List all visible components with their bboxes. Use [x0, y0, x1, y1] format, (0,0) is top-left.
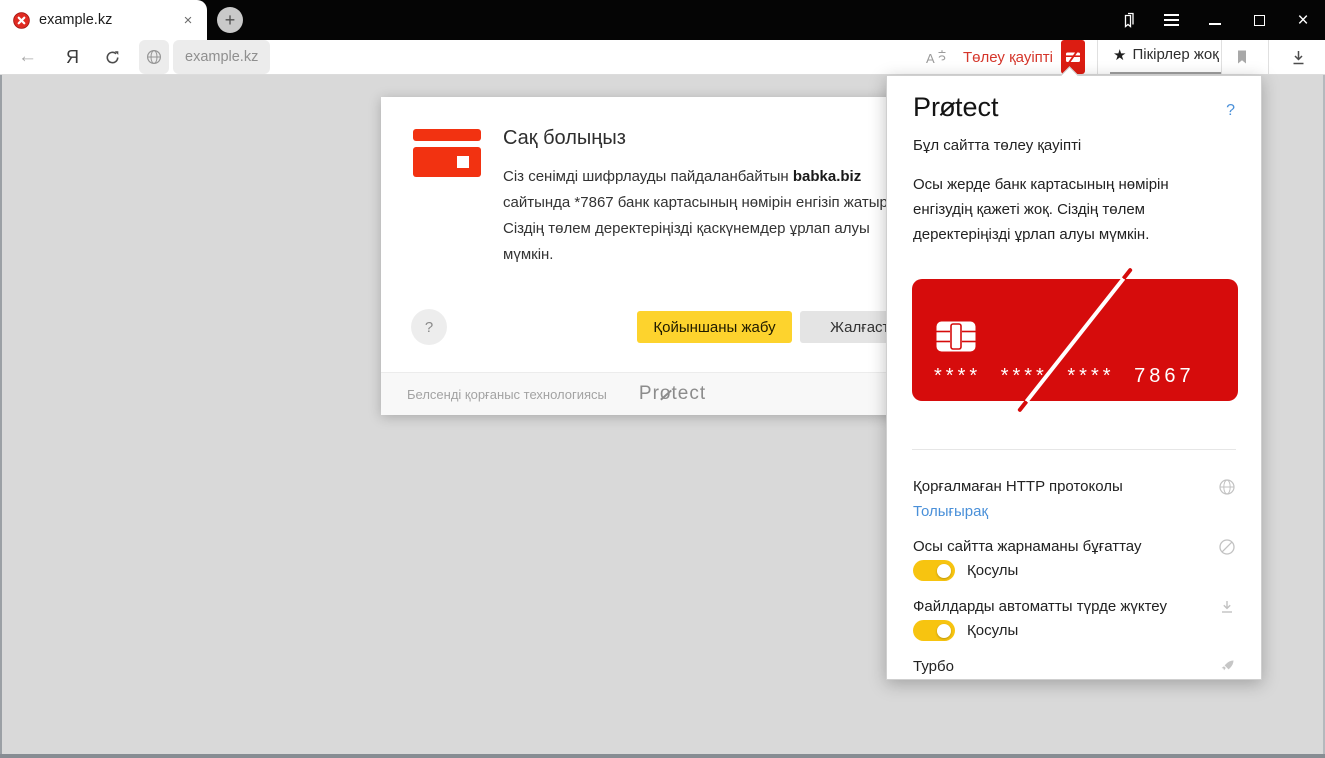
card-slash-icon — [1066, 49, 1080, 65]
close-icon: × — [1297, 9, 1309, 31]
maximize-icon — [1253, 14, 1265, 26]
window-border — [0, 75, 2, 754]
payment-warning-dialog: Сақ болыңыз Сіз сенімді шифрлауды пайдал… — [381, 97, 946, 415]
titlebar-controls: × — [1105, 0, 1325, 40]
page-content: Сақ болыңыз Сіз сенімді шифрлауды пайдал… — [0, 65, 1325, 754]
adblock-toggle[interactable] — [913, 560, 955, 581]
protect-logo: Protect — [913, 92, 999, 122]
adblock-toggle-state: Қосулы — [967, 562, 1019, 579]
side-panel-icon[interactable] — [1105, 0, 1149, 40]
yandex-logo[interactable]: Я — [66, 40, 79, 74]
rocket-icon — [1221, 660, 1234, 671]
toggle-knob — [937, 623, 951, 638]
autodownload-toggle-row: Қосулы — [913, 620, 1018, 641]
toolbar-separator — [1097, 40, 1098, 74]
translate-button[interactable]: A — [926, 40, 949, 74]
blocked-icon — [1219, 539, 1235, 555]
site-security-button[interactable] — [139, 40, 169, 74]
globe-icon — [1219, 479, 1235, 495]
reviews-label: Пікірлер жоқ — [1132, 46, 1219, 63]
card-chip-icon — [936, 321, 976, 352]
reload-button[interactable] — [104, 40, 121, 74]
dialog-title: Сақ болыңыз — [503, 127, 626, 149]
browser-toolbar: ← Я example.kz A Төлеу қауіпті ★ Пікірле… — [0, 40, 1325, 75]
menu-button[interactable] — [1149, 0, 1193, 40]
minimize-icon — [1209, 23, 1221, 25]
autodownload-toggle-state: Қосулы — [967, 622, 1019, 639]
autodownload-label: Файлдарды автоматты түрде жүктеу — [913, 598, 1167, 615]
new-tab-button[interactable]: + — [217, 7, 243, 33]
tab-close-icon[interactable]: × — [177, 9, 199, 31]
more-details-link[interactable]: Толығырақ — [913, 503, 988, 520]
downloads-button[interactable] — [1290, 40, 1307, 74]
panel-status: Бұл сайтта төлеу қауіпті — [913, 137, 1082, 154]
reviews-widget[interactable]: ★ Пікірлер жоқ — [1110, 40, 1222, 74]
toolbar-separator — [1221, 40, 1222, 74]
payment-warning-label[interactable]: Төлеу қауіпті — [963, 40, 1053, 74]
autodownload-toggle[interactable] — [913, 620, 955, 641]
dialog-footer: Белсенді қорғаныс технологиясы Protect — [381, 372, 946, 415]
adblock-toggle-row: Қосулы — [913, 560, 1018, 581]
bookmark-icon — [1238, 50, 1246, 64]
divider — [912, 449, 1236, 450]
dialog-domain: babka.biz — [792, 168, 862, 185]
panel-description: Осы жерде банк картасының нөмірін енгізу… — [913, 176, 1169, 243]
reload-icon — [106, 50, 119, 63]
turbo-label: Турбо — [913, 658, 954, 675]
tab-bar: example.kz × + × — [0, 0, 1325, 40]
address-bar[interactable]: example.kz — [173, 40, 271, 74]
bookmark-button[interactable] — [1233, 40, 1251, 74]
protect-logo: Protect — [638, 383, 707, 404]
close-tab-button[interactable]: Қойыншаны жабу — [637, 311, 792, 343]
toolbar-separator — [1268, 40, 1269, 74]
hamburger-icon — [1163, 14, 1179, 26]
protect-panel: Protect ? Бұл сайтта төлеу қауіпті Осы ж… — [886, 65, 1262, 680]
dialog-help-button[interactable]: ? — [411, 309, 447, 345]
dialog-body-text: Сіз сенімді шифрлауды пайдаланбайтын — [503, 168, 793, 185]
download-icon — [1293, 50, 1304, 64]
translate-icon: A — [926, 50, 946, 66]
dialog-body-text: сайтында *7867 банк картасының нөмірін е… — [503, 194, 918, 263]
maximize-button[interactable] — [1237, 0, 1281, 40]
adblock-label: Осы сайтта жарнаманы бұғаттау — [913, 538, 1142, 555]
dialog-body: Сіз сенімді шифрлауды пайдаланбайтын bab… — [503, 164, 923, 268]
window-border — [0, 754, 1325, 758]
toggle-knob — [937, 563, 951, 578]
bank-card-icon — [413, 129, 481, 177]
download-icon — [1222, 601, 1232, 613]
browser-tab[interactable]: example.kz × — [0, 0, 207, 40]
close-window-button[interactable]: × — [1281, 0, 1325, 40]
panel-help-link[interactable]: ? — [1226, 102, 1235, 120]
tab-title: example.kz — [39, 12, 113, 28]
back-button[interactable]: ← — [18, 40, 37, 74]
svg-text:A: A — [926, 51, 935, 66]
minimize-button[interactable] — [1193, 0, 1237, 40]
http-protocol-label: Қорғалмаған HTTP протоколы — [913, 478, 1123, 495]
star-icon: ★ — [1113, 46, 1127, 64]
footer-text: Белсенді қорғаныс технологиясы — [407, 386, 607, 402]
error-favicon-icon — [13, 11, 30, 29]
globe-icon — [146, 49, 162, 65]
card-number: **** **** **** 7867 — [934, 365, 1195, 387]
